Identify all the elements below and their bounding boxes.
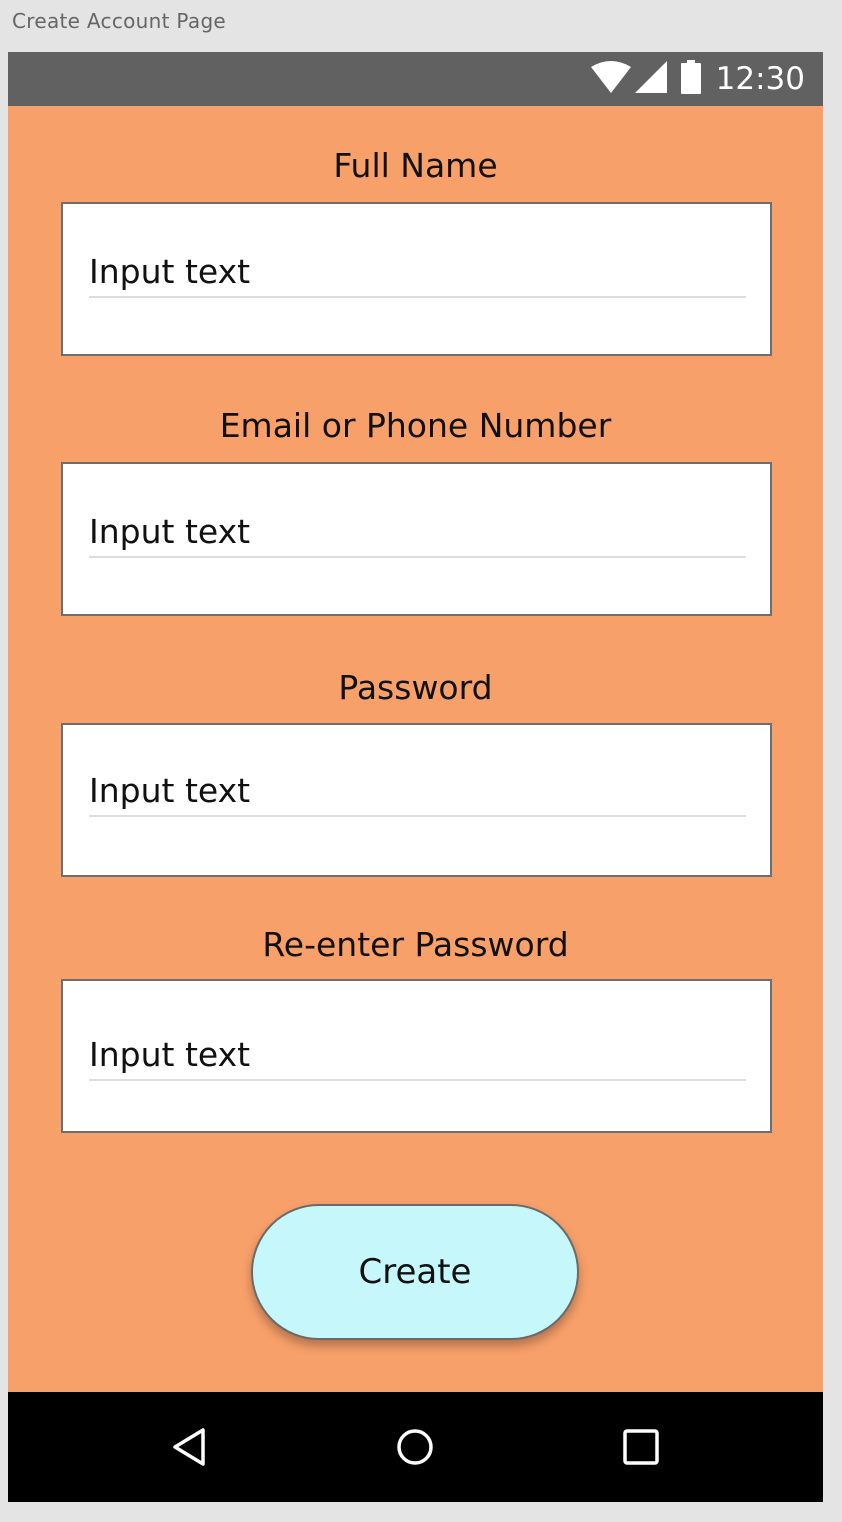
signal-icon xyxy=(634,60,668,99)
full-name-input[interactable] xyxy=(89,246,746,298)
back-icon[interactable] xyxy=(165,1422,215,1472)
password-field xyxy=(61,723,772,877)
full-name-label: Full Name xyxy=(333,146,498,185)
status-bar: 12:30 xyxy=(8,52,823,106)
reenter-password-label: Re-enter Password xyxy=(262,925,569,964)
reenter-password-field xyxy=(61,979,772,1133)
reenter-password-input[interactable] xyxy=(89,1029,746,1081)
phone-screen: 12:30 Full Name Email or Phone Number Pa… xyxy=(8,52,823,1502)
password-label: Password xyxy=(338,668,493,707)
status-time: 12:30 xyxy=(715,61,805,97)
full-name-field xyxy=(61,202,772,356)
email-phone-input[interactable] xyxy=(89,506,746,558)
wifi-icon xyxy=(590,60,632,99)
email-phone-field xyxy=(61,462,772,616)
email-phone-label: Email or Phone Number xyxy=(219,406,612,445)
recents-icon[interactable] xyxy=(616,1422,666,1472)
battery-icon xyxy=(680,59,702,99)
create-button[interactable]: Create xyxy=(251,1204,579,1340)
status-icons: 12:30 xyxy=(590,52,805,106)
home-icon[interactable] xyxy=(390,1422,440,1472)
page-title: Create Account Page xyxy=(12,9,227,33)
navigation-bar xyxy=(8,1392,823,1502)
password-input[interactable] xyxy=(89,765,746,817)
